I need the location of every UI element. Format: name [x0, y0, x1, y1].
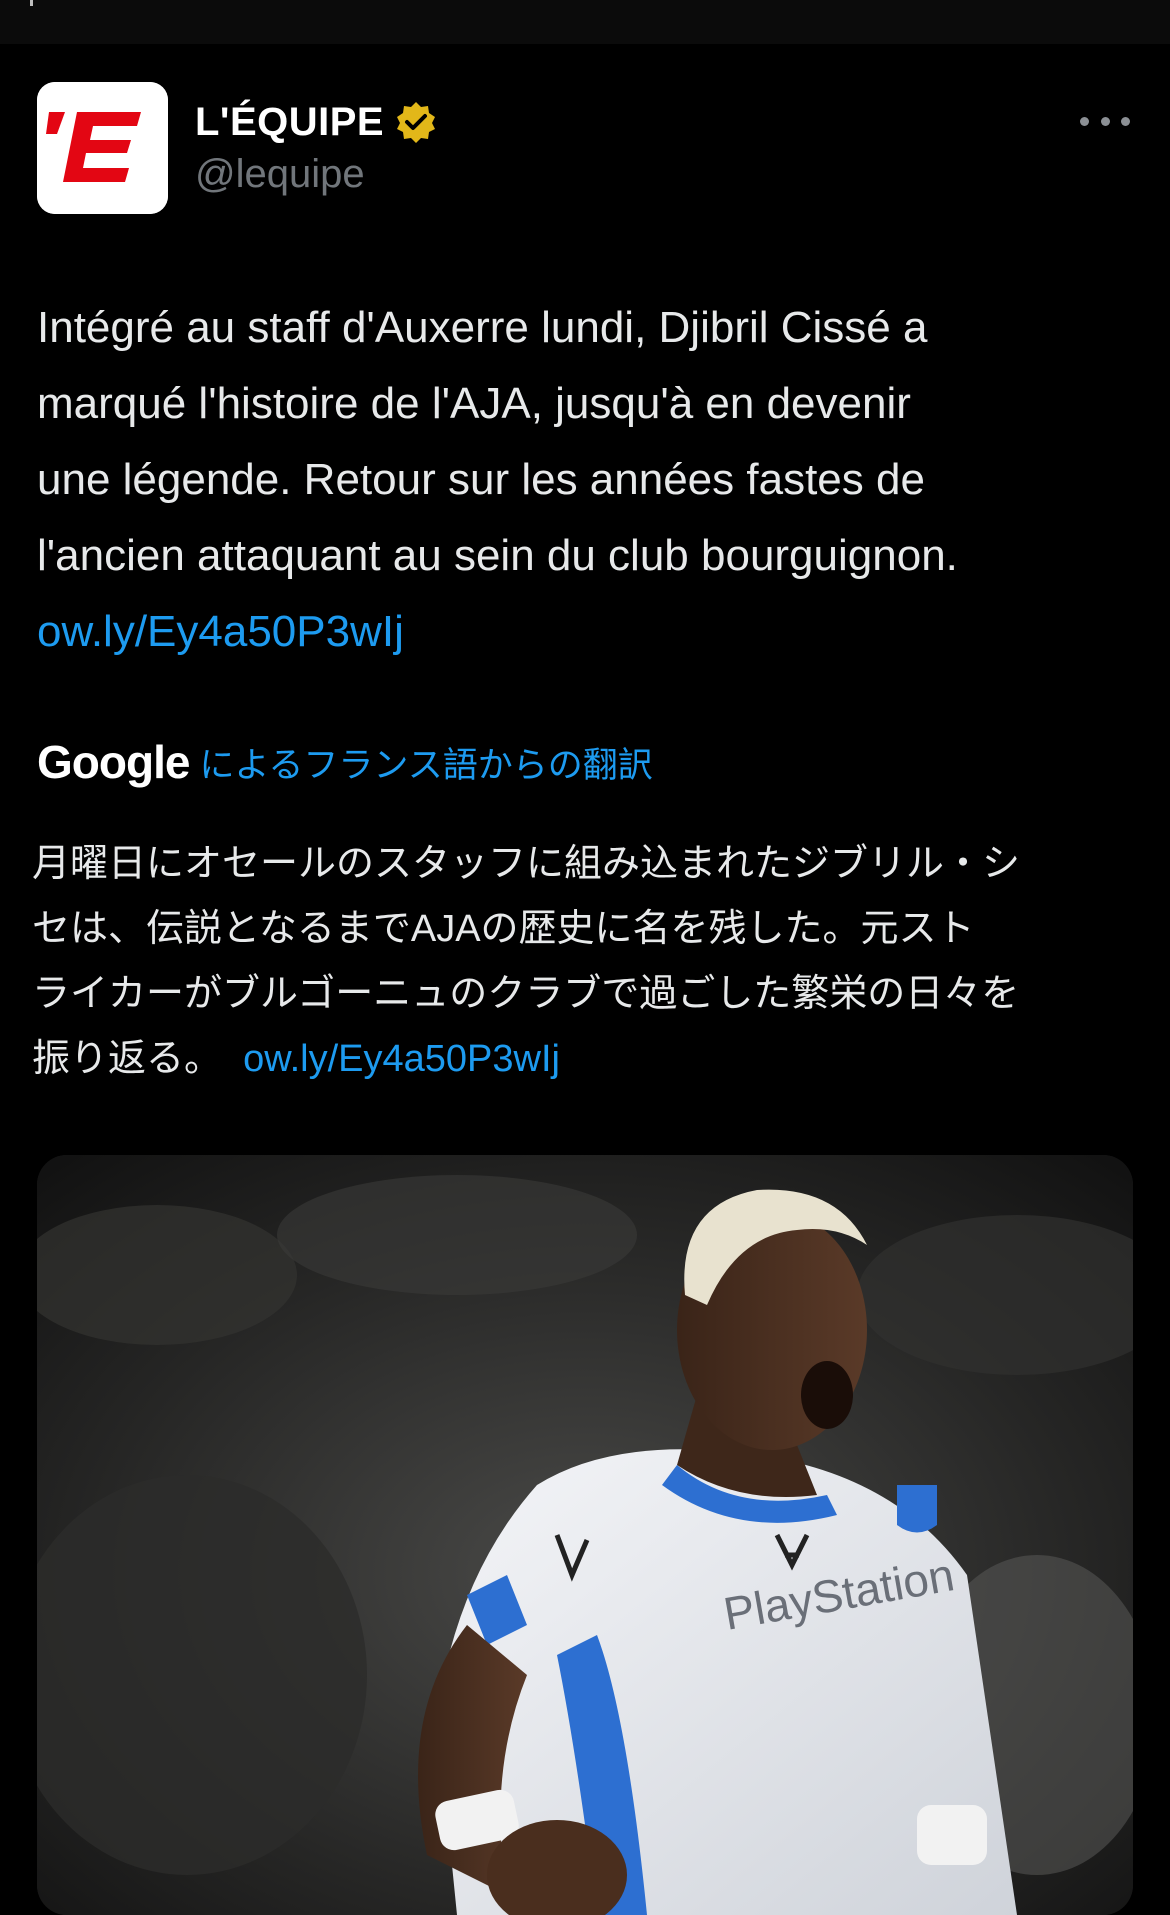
player-photo-image: PlayStation [37, 1155, 1133, 1915]
translation-text-line: セは、伝説となるまでAJAの歴史に名を残した。元スト [32, 908, 975, 950]
translation-text-line-last: 振り返る。 ow.ly/Ey4a50P3wIj [32, 1027, 1142, 1092]
status-bar-edge [30, 0, 33, 6]
translation-text-tail: 振り返る。 [32, 1038, 223, 1080]
tweet-text-line: marqué l'histoire de l'AJA, jusqu'à en d… [37, 379, 911, 428]
ellipsis-icon [1121, 116, 1130, 126]
translation-note-link[interactable]: によるフランス語からの翻訳 [199, 737, 652, 788]
tweet-text: Intégré au staff d'Auxerre lundi, Djibri… [37, 290, 1147, 670]
lequipe-logo-icon [37, 82, 168, 214]
ellipsis-icon [1100, 116, 1110, 126]
tweet-link[interactable]: ow.ly/Ey4a50P3wIj [37, 594, 1147, 670]
translation-header: Google によるフランス語からの翻訳 [37, 736, 653, 788]
translation-text-line: 月曜日にオセールのスタッフに組み込まれたジブリル・シ [32, 843, 1021, 885]
verified-badge-icon [397, 102, 436, 143]
translation-text-line: ライカーがブルゴーニュのクラブで過ごした繁栄の日々を [32, 973, 1020, 1015]
ellipsis-icon [1080, 116, 1089, 126]
author-handle[interactable]: @lequipe [195, 152, 365, 197]
more-options-button[interactable] [1080, 106, 1130, 136]
tweet-text-line: une légende. Retour sur les années faste… [37, 455, 925, 504]
translation-text: 月曜日にオセールのスタッフに組み込まれたジブリル・シ セは、伝説となるまでAJA… [32, 832, 1142, 1092]
tweet-text-line: Intégré au staff d'Auxerre lundi, Djibri… [37, 303, 928, 352]
tweet-text-line: l'ancien attaquant au sein du club bourg… [37, 531, 958, 580]
avatar[interactable] [37, 82, 168, 214]
google-logo: Google [37, 736, 190, 788]
status-bar-strip [0, 0, 1170, 44]
author-name-row[interactable]: L'ÉQUIPE [195, 96, 438, 148]
tweet-photo[interactable]: PlayStation [37, 1155, 1133, 1915]
translation-link[interactable]: ow.ly/Ey4a50P3wIj [243, 1038, 560, 1080]
author-name[interactable]: L'ÉQUIPE [195, 100, 384, 145]
